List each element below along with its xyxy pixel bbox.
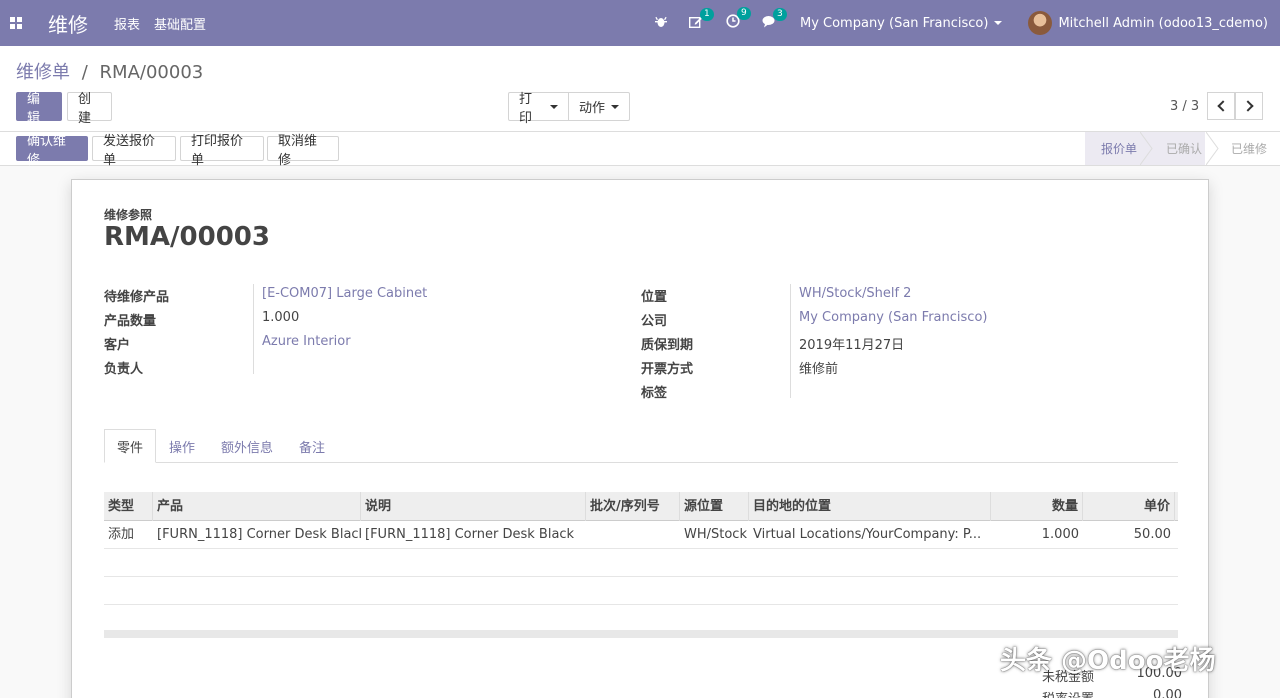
breadcrumb-current: RMA/00003 (99, 62, 204, 83)
chevron-left-icon (1216, 100, 1229, 112)
apps-menu-icon[interactable] (0, 0, 32, 46)
company-name: My Company (San Francisco) (799, 15, 989, 31)
stage-repaired-label: 已维修 (1231, 142, 1268, 156)
breadcrumb-separator: / (81, 62, 88, 83)
stage-confirmed-label: 已确认 (1166, 142, 1203, 156)
print-quotation-button[interactable]: 打印报价单 (180, 134, 264, 168)
chevron-down-icon (994, 21, 1003, 25)
repair-reference-label: 维修参照 (104, 208, 153, 222)
top-navbar: 维修 报表 基础配置 1 9 3 My Company (San Francis… (0, 0, 1280, 46)
tab-parts[interactable]: 零件 (104, 429, 157, 463)
clock-badge: 9 (736, 7, 751, 20)
action-dropdown[interactable]: 动作 (568, 92, 630, 121)
warranty-expiration-value: 2019年11月27日 (799, 338, 905, 353)
user-menu[interactable]: Mitchell Admin (odoo13_cdemo) (1058, 16, 1268, 31)
menu-configuration[interactable]: 基础配置 (154, 14, 206, 33)
activity-edit-icon[interactable]: 1 (688, 7, 714, 32)
activity-badge: 1 (699, 7, 714, 21)
cancel-repair-button[interactable]: 取消维修 (267, 134, 339, 168)
product-quantity-value: 1.000 (262, 310, 300, 325)
avatar[interactable] (1028, 11, 1053, 35)
send-quotation-button[interactable]: 发送报价单 (92, 134, 176, 168)
chat-badge: 3 (772, 7, 787, 21)
product-to-repair-label: 待维修产品 (104, 290, 170, 305)
location-value[interactable]: WH/Stock/Shelf 2 (799, 286, 911, 301)
location-label: 位置 (641, 290, 668, 305)
app-title[interactable]: 维修 (48, 9, 88, 38)
cell-lot-serial (586, 521, 680, 549)
product-quantity-label: 产品数量 (104, 314, 157, 329)
tab-notes[interactable]: 备注 (299, 429, 325, 463)
table-empty-row (104, 605, 1178, 633)
breadcrumb-parent[interactable]: 维修单 (16, 62, 70, 83)
column-lot-serial[interactable]: 批次/序列号 (586, 492, 680, 521)
confirm-repair-button[interactable]: 确认维修 (16, 134, 88, 168)
pager-value[interactable]: 3 / 3 (1170, 99, 1199, 114)
cell-description: [FURN_1118] Corner Desk Black (365, 527, 575, 542)
edit-button[interactable]: 编辑 (16, 92, 62, 126)
breadcrumb: 维修单 / RMA/00003 (16, 58, 203, 84)
pager-previous-button[interactable] (1207, 92, 1235, 120)
cell-quantity: 1.000 (1041, 527, 1079, 542)
status-bar: 确认维修 发送报价单 打印报价单 取消维修 报价单 已确认 已维修 (0, 132, 1280, 168)
stage-repaired[interactable]: 已维修 (1215, 132, 1280, 165)
watermark: 头条 @Odoo老杨 (1000, 646, 1216, 676)
responsible-label: 负责人 (104, 362, 144, 377)
tab-operations[interactable]: 操作 (169, 429, 195, 463)
tags-label: 标签 (641, 386, 668, 401)
form-sheet: 维修参照 RMA/00003 待维修产品 产品数量 客户 负责人 [E-COM0… (71, 179, 1209, 698)
cell-type: 添加 (108, 527, 135, 542)
product-to-repair-value[interactable]: [E-COM07] Large Cabinet (262, 286, 427, 301)
create-button[interactable]: 创建 (67, 92, 112, 126)
column-quantity[interactable]: 数量 (991, 492, 1083, 521)
customer-label: 客户 (104, 338, 131, 353)
invoice-method-label: 开票方式 (641, 362, 694, 377)
chevron-right-icon (1241, 100, 1254, 112)
bug-icon[interactable] (654, 15, 667, 32)
table-footer (104, 630, 1178, 638)
tax-value: 0.00 (1153, 688, 1182, 698)
table-header: 类型 产品 说明 批次/序列号 源位置 目的地的位置 数量 单价 (104, 492, 1178, 521)
column-destination-location[interactable]: 目的地的位置 (749, 492, 991, 521)
table-row[interactable]: 添加 [FURN_1118] Corner Desk Black [FURN_1… (104, 521, 1178, 549)
chevron-down-icon (611, 104, 619, 109)
company-switcher[interactable]: My Company (San Francisco) (799, 15, 1003, 31)
field-divider (790, 284, 791, 398)
table-empty-row (104, 549, 1178, 577)
company-label: 公司 (641, 314, 668, 329)
stage-confirmed[interactable]: 已确认 (1150, 132, 1210, 165)
invoice-method-value: 维修前 (799, 362, 839, 377)
tab-extra-info[interactable]: 额外信息 (221, 429, 273, 463)
customer-value[interactable]: Azure Interior (262, 334, 351, 349)
warranty-expiration-label: 质保到期 (641, 338, 694, 353)
menu-reports[interactable]: 报表 (114, 14, 140, 33)
cell-product: [FURN_1118] Corner Desk Black (157, 527, 361, 542)
chat-icon[interactable]: 3 (762, 7, 787, 32)
repair-reference-value: RMA/00003 (104, 222, 270, 252)
print-dropdown[interactable]: 打印 (508, 92, 569, 126)
field-divider (253, 284, 254, 374)
clock-icon[interactable]: 9 (726, 7, 751, 32)
cell-destination-location: Virtual Locations/YourCompany: P... (753, 527, 982, 542)
stage-quotation-label: 报价单 (1101, 142, 1138, 156)
print-label: 打印 (519, 91, 533, 126)
control-panel: 维修单 / RMA/00003 编辑 创建 打印 动作 3 / 3 (0, 46, 1280, 132)
tax-label: 税率设置 (1042, 688, 1102, 698)
table-empty-row (104, 577, 1178, 605)
pager-next-button[interactable] (1235, 92, 1263, 120)
cell-unit-price: 50.00 (1133, 527, 1171, 542)
column-type[interactable]: 类型 (104, 492, 153, 521)
column-source-location[interactable]: 源位置 (680, 492, 749, 521)
column-description[interactable]: 说明 (361, 492, 586, 521)
action-label: 动作 (579, 101, 606, 116)
notebook-tabs: 零件 操作 额外信息 备注 (104, 429, 1178, 463)
chevron-down-icon (550, 104, 558, 109)
cell-source-location: WH/Stock (684, 527, 747, 542)
column-unit-price[interactable]: 单价 (1083, 492, 1175, 521)
company-value[interactable]: My Company (San Francisco) (799, 310, 987, 325)
column-product[interactable]: 产品 (153, 492, 361, 521)
